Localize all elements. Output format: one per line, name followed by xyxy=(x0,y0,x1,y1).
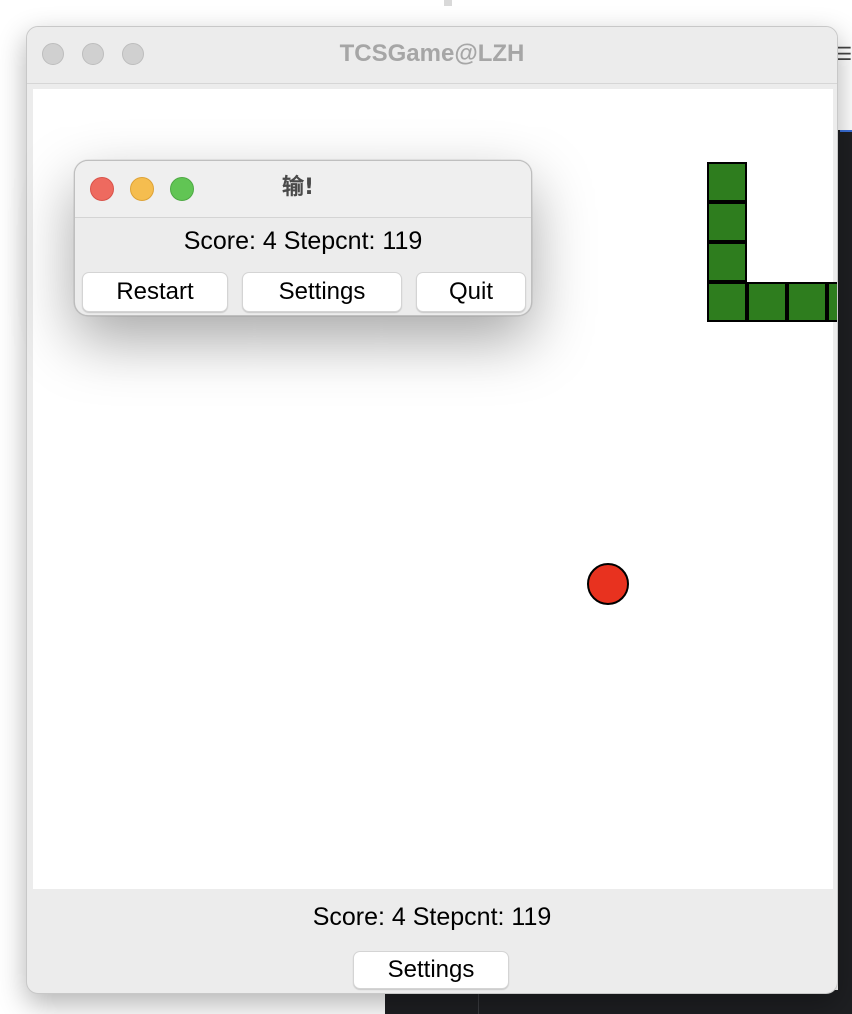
snake-segment xyxy=(707,282,747,322)
dialog-settings-button[interactable]: Settings xyxy=(242,272,402,312)
game-over-dialog: 输! Score: 4 Stepcnt: 119 Restart Setting… xyxy=(74,160,532,316)
dialog-score-label: Score: 4 Stepcnt: 119 xyxy=(183,227,423,255)
background-window-edge xyxy=(444,0,452,6)
score-label: Score: 4 Stepcnt: 119 xyxy=(312,903,552,931)
snake-segment xyxy=(707,162,747,202)
dialog-title: 输! xyxy=(281,175,315,200)
food-apple xyxy=(587,563,629,605)
snake-segment xyxy=(747,282,787,322)
snake-segment xyxy=(707,242,747,282)
main-titlebar[interactable]: TCSGame@LZH xyxy=(27,27,837,84)
settings-button[interactable]: Settings xyxy=(353,951,509,989)
dialog-titlebar[interactable]: 输! xyxy=(75,161,531,218)
snake-segment xyxy=(707,202,747,242)
window-title: TCSGame@LZH xyxy=(339,40,525,67)
snake-segment xyxy=(827,282,837,322)
background-accent-line xyxy=(840,130,852,132)
quit-button[interactable]: Quit xyxy=(416,272,526,312)
snake-segment xyxy=(787,282,827,322)
background-glyph-icon: ☰ xyxy=(836,44,852,65)
background-editor-panel xyxy=(838,130,852,990)
restart-button[interactable]: Restart xyxy=(82,272,228,312)
